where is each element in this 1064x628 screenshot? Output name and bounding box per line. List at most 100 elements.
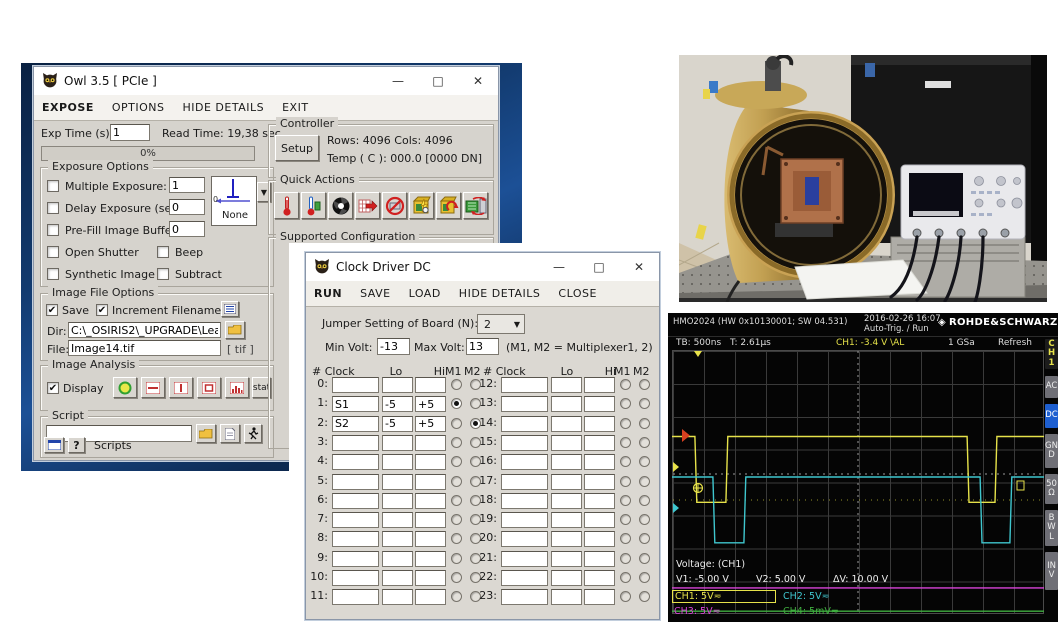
- clock-hi-input[interactable]: [415, 396, 446, 412]
- clock-m1-radio[interactable]: [620, 398, 631, 409]
- clock-name-input[interactable]: [501, 551, 548, 567]
- delay-exposure-input[interactable]: [169, 199, 205, 215]
- clock-hi-input[interactable]: [584, 474, 615, 490]
- jumper-setting-select[interactable]: 2 ▼: [477, 314, 525, 334]
- board-sync-button[interactable]: [463, 192, 488, 219]
- clock-m1-radio[interactable]: [620, 553, 631, 564]
- temperature-button[interactable]: [274, 192, 299, 219]
- clock-lo-input[interactable]: [382, 551, 413, 567]
- clock-m2-radio[interactable]: [639, 476, 650, 487]
- clock-hi-input[interactable]: [584, 531, 615, 547]
- clock-m1-radio[interactable]: [620, 379, 631, 390]
- clock-m1-radio[interactable]: [451, 591, 462, 602]
- area-plot-button[interactable]: [197, 377, 221, 398]
- clock-hi-input[interactable]: [584, 589, 615, 605]
- min-volt-input[interactable]: [377, 338, 410, 355]
- clock-name-input[interactable]: [501, 454, 548, 470]
- clock-name-input[interactable]: [332, 570, 379, 586]
- clock-m1-radio[interactable]: [451, 495, 462, 506]
- owl-menu-exit[interactable]: EXIT: [282, 101, 308, 114]
- clock-lo-input[interactable]: [551, 512, 582, 528]
- clock-name-input[interactable]: [501, 512, 548, 528]
- clock-hi-input[interactable]: [584, 377, 615, 393]
- clock-menu-close[interactable]: CLOSE: [558, 287, 597, 300]
- display-checkbox[interactable]: [47, 382, 59, 394]
- owl-titlebar[interactable]: Owl 3.5 [ PCIe ] — □ ✕: [34, 67, 498, 96]
- clock-m2-radio[interactable]: [639, 514, 650, 525]
- clock-lo-input[interactable]: [551, 551, 582, 567]
- clock-lo-input[interactable]: [382, 396, 413, 412]
- scope-softkey-dc[interactable]: DC: [1045, 404, 1058, 428]
- clock-menu-hide-details[interactable]: HIDE DETAILS: [459, 287, 541, 300]
- clock-name-input[interactable]: [332, 435, 379, 451]
- scope-softkey-gnd[interactable]: GND: [1045, 434, 1058, 468]
- clock-lo-input[interactable]: [382, 377, 413, 393]
- clock-hi-input[interactable]: [415, 570, 446, 586]
- clock-m1-radio[interactable]: [451, 553, 462, 564]
- clock-name-input[interactable]: [332, 396, 379, 412]
- clock-hi-input[interactable]: [584, 570, 615, 586]
- file-input[interactable]: [68, 340, 221, 356]
- clock-lo-input[interactable]: [551, 377, 582, 393]
- exp-time-input[interactable]: [110, 124, 150, 141]
- shutter-mode-widget[interactable]: 0 None: [211, 176, 257, 226]
- clock-m2-radio[interactable]: [639, 533, 650, 544]
- clock-m1-radio[interactable]: [451, 514, 462, 525]
- clock-hi-input[interactable]: [415, 416, 446, 432]
- clock-hi-input[interactable]: [415, 531, 446, 547]
- clock-lo-input[interactable]: [551, 589, 582, 605]
- clock-name-input[interactable]: [501, 435, 548, 451]
- ch2-label[interactable]: CH2: 5V≂: [783, 591, 830, 602]
- clock-lo-input[interactable]: [382, 493, 413, 509]
- clock-m1-radio[interactable]: [451, 437, 462, 448]
- column-plot-button[interactable]: [169, 377, 193, 398]
- clock-maximize-button[interactable]: □: [579, 253, 619, 281]
- script-browse-button[interactable]: [196, 424, 216, 443]
- clock-m1-radio[interactable]: [451, 398, 462, 409]
- increment-filename-checkbox[interactable]: [96, 304, 108, 316]
- clock-m2-radio[interactable]: [639, 379, 650, 390]
- aperture-display-button[interactable]: [113, 377, 137, 398]
- clock-m1-radio[interactable]: [451, 418, 462, 429]
- clock-menu-save[interactable]: SAVE: [360, 287, 390, 300]
- clock-name-input[interactable]: [332, 454, 379, 470]
- delay-exposure-checkbox[interactable]: [47, 202, 59, 214]
- clock-name-input[interactable]: [332, 551, 379, 567]
- multiple-exposure-input[interactable]: [169, 177, 205, 193]
- clock-titlebar[interactable]: Clock Driver DC — □ ✕: [306, 253, 659, 282]
- clock-hi-input[interactable]: [415, 474, 446, 490]
- script-edit-button[interactable]: [220, 424, 240, 443]
- clock-lo-input[interactable]: [382, 474, 413, 490]
- dir-browse-button[interactable]: [225, 321, 245, 339]
- beep-checkbox[interactable]: [157, 246, 169, 258]
- clock-m1-radio[interactable]: [620, 514, 631, 525]
- clock-name-input[interactable]: [332, 589, 379, 605]
- clock-name-input[interactable]: [501, 493, 548, 509]
- owl-minimize-button[interactable]: —: [378, 67, 418, 95]
- clock-name-input[interactable]: [501, 570, 548, 586]
- ch3-label[interactable]: CH3: 5V≂: [674, 606, 721, 617]
- clock-menu-load[interactable]: LOAD: [409, 287, 441, 300]
- clock-lo-input[interactable]: [551, 396, 582, 412]
- clock-m1-radio[interactable]: [620, 495, 631, 506]
- scope-softkey-50ohm[interactable]: 50Ω: [1045, 474, 1058, 504]
- clock-hi-input[interactable]: [584, 416, 615, 432]
- clock-m2-radio[interactable]: [639, 591, 650, 602]
- clock-hi-input[interactable]: [415, 551, 446, 567]
- ch1-label[interactable]: CH1: 5V≂: [672, 590, 776, 603]
- clock-minimize-button[interactable]: —: [539, 253, 579, 281]
- clock-m1-radio[interactable]: [451, 533, 462, 544]
- ch4-label[interactable]: CH4: 5mV≂: [783, 606, 839, 617]
- clock-close-button[interactable]: ✕: [619, 253, 659, 281]
- clock-m2-radio[interactable]: [639, 553, 650, 564]
- save-checkbox[interactable]: [46, 304, 58, 316]
- clock-name-input[interactable]: [332, 512, 379, 528]
- temperature-control-button[interactable]: [301, 192, 326, 219]
- clock-hi-input[interactable]: [584, 435, 615, 451]
- subtract-checkbox[interactable]: [157, 268, 169, 280]
- clock-m1-radio[interactable]: [620, 533, 631, 544]
- readout-button[interactable]: [355, 192, 380, 219]
- dir-input[interactable]: [68, 322, 221, 338]
- max-volt-input[interactable]: [466, 338, 499, 355]
- clock-name-input[interactable]: [332, 377, 379, 393]
